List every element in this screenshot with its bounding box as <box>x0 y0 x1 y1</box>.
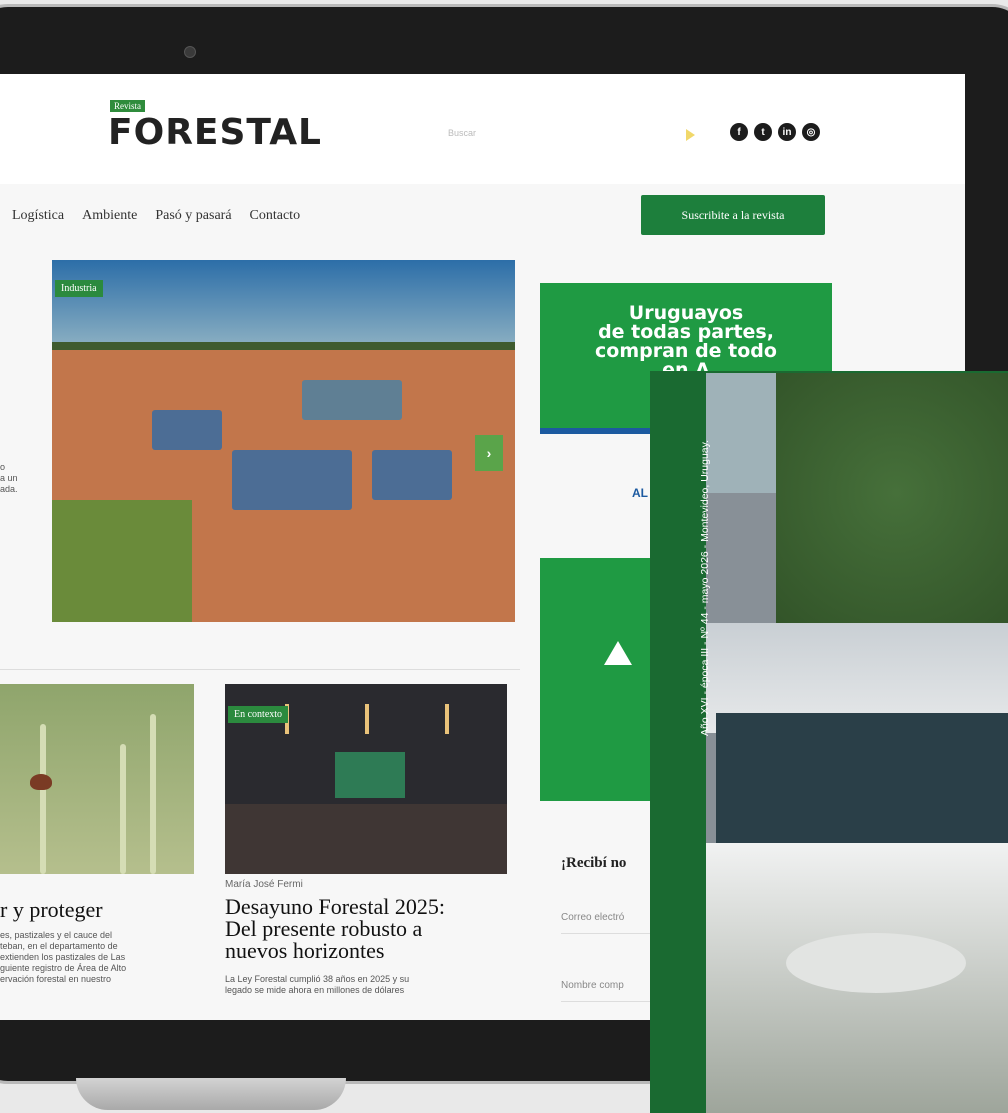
article-headline[interactable]: r y proteger <box>0 899 103 921</box>
instagram-icon[interactable]: ◎ <box>802 123 820 141</box>
nav-item-logistica[interactable]: Logística <box>12 208 64 224</box>
play-icon[interactable] <box>686 129 695 141</box>
article-image[interactable] <box>0 684 194 874</box>
twitter-icon[interactable]: t <box>754 123 772 141</box>
chevron-right-icon[interactable]: › <box>475 435 503 471</box>
nav-item-paso-y-pasara[interactable]: Pasó y pasará <box>155 208 231 224</box>
article-headline-2[interactable]: Desayuno Forestal 2025: Del presente rob… <box>225 896 445 962</box>
category-tag[interactable]: Industria <box>55 280 103 297</box>
search-input[interactable]: Buscar <box>448 128 476 138</box>
social-links: f t in ◎ <box>730 123 820 141</box>
article-excerpt: es, pastizales y el cauce del teban, en … <box>0 930 127 984</box>
camera-icon <box>184 46 196 58</box>
ad-text: Uruguayos de todas partes, compran de to… <box>595 302 777 381</box>
linkedin-icon[interactable]: in <box>778 123 796 141</box>
bird-image <box>30 774 52 790</box>
facebook-icon[interactable]: f <box>730 123 748 141</box>
helicopter-photo <box>706 373 1008 1113</box>
article-excerpt-2: La Ley Forestal cumplió 38 años en 2025 … <box>225 974 410 995</box>
logo-small: Revista <box>110 100 145 112</box>
ad-logo: AL <box>632 486 648 500</box>
subscribe-button[interactable]: Suscribite a la revista <box>641 195 825 235</box>
site-logo[interactable]: FORESTAL <box>108 112 322 153</box>
section-divider <box>0 669 520 670</box>
laptop-base <box>76 1078 346 1110</box>
newsletter-title: ¡Recibí no <box>561 855 627 871</box>
nav-item-ambiente[interactable]: Ambiente <box>82 208 137 224</box>
category-tag-2[interactable]: En contexto <box>228 706 289 723</box>
triangle-logo-icon <box>604 641 632 665</box>
stage-screen <box>335 752 405 798</box>
hero-image[interactable] <box>52 260 515 622</box>
nav-item-contacto[interactable]: Contacto <box>250 208 301 224</box>
left-excerpt: o a un ada. <box>0 462 18 494</box>
magazine-issue-text: Año XVI - época III - Nº 44 - mayo 2026 … <box>699 439 711 736</box>
article-author[interactable]: María José Fermi <box>225 879 303 890</box>
